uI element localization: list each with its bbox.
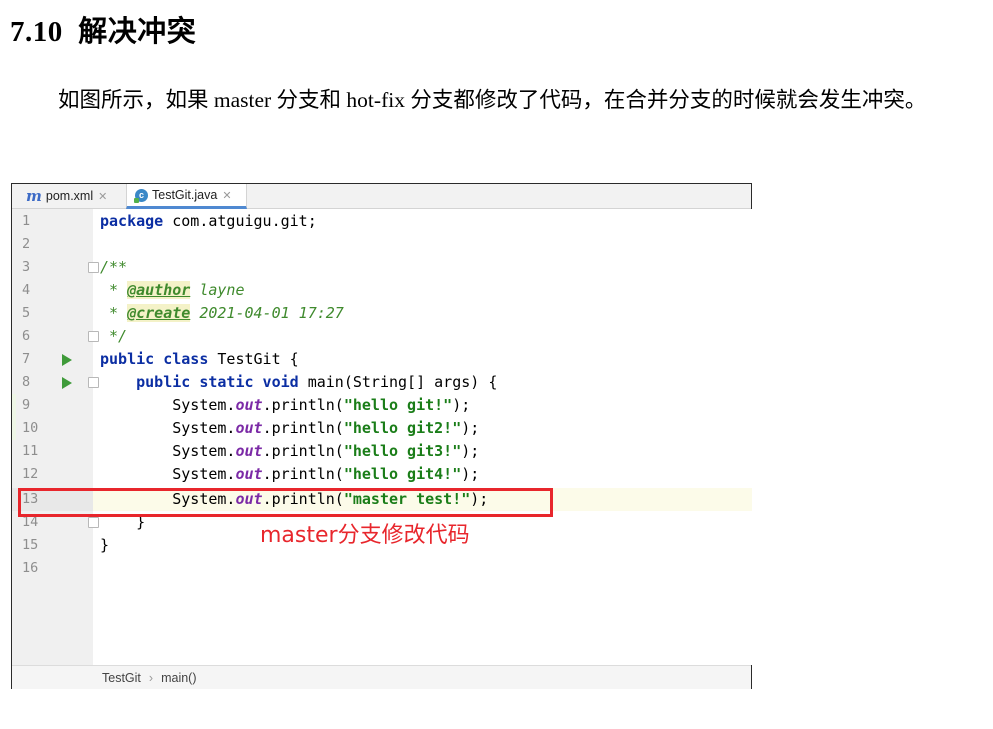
- code-text: /**: [100, 258, 128, 276]
- code-line: 1 package com.atguigu.git;: [12, 210, 752, 233]
- code-text: */: [100, 327, 128, 345]
- tab-label: TestGit.java: [152, 188, 218, 202]
- annotation-text: master分支修改代码: [260, 523, 470, 548]
- breadcrumb-class[interactable]: TestGit: [102, 671, 141, 685]
- maven-icon: m: [26, 187, 42, 205]
- line-number: 16: [22, 560, 39, 576]
- code-text: System.out.println("hello git4!");: [100, 465, 480, 483]
- code-line: 7 public class TestGit {: [12, 348, 752, 371]
- tab-testgit-java[interactable]: c TestGit.java ✕: [126, 184, 247, 209]
- code-line: 11 System.out.println("hello git3!");: [12, 440, 752, 463]
- line-number: 5: [22, 305, 31, 321]
- close-icon[interactable]: ✕: [98, 190, 107, 203]
- ide-screenshot: m pom.xml ✕ c TestGit.java ✕ 1 package c…: [11, 183, 752, 689]
- line-number: 8: [22, 374, 31, 390]
- code-text: System.out.println("hello git2!");: [100, 419, 480, 437]
- section-number: 7.10: [10, 16, 63, 48]
- tab-label: pom.xml: [45, 189, 94, 203]
- line-number: 4: [22, 282, 31, 298]
- run-icon[interactable]: [62, 377, 72, 389]
- code-text: System.out.println("hello git!");: [100, 396, 471, 414]
- line-number: 12: [22, 466, 39, 482]
- section-title: 解决冲突: [78, 16, 197, 48]
- code-line: 5 * @create 2021-04-01 17:27: [12, 302, 752, 325]
- fold-icon[interactable]: [88, 331, 99, 342]
- code-line: 12 System.out.println("hello git4!");: [12, 463, 752, 486]
- line-number: 11: [22, 443, 39, 459]
- code-line: 2: [12, 233, 752, 256]
- fold-icon[interactable]: [88, 377, 99, 388]
- code-text: }: [100, 536, 110, 554]
- line-number: 3: [22, 259, 31, 275]
- line-number: 1: [22, 213, 31, 229]
- fold-icon[interactable]: [88, 262, 99, 273]
- line-number: 9: [22, 397, 31, 413]
- code-text: public static void main(String[] args) {: [136, 373, 498, 391]
- code-line: 6 */: [12, 325, 752, 348]
- code-line: 16: [12, 557, 752, 580]
- line-number: 7: [22, 351, 31, 367]
- highlight-box: [18, 488, 553, 517]
- code-text: public class TestGit {: [100, 350, 299, 368]
- fold-icon[interactable]: [88, 517, 99, 528]
- code-line: 9 System.out.println("hello git!");: [12, 394, 752, 417]
- breadcrumb: TestGit › main(): [12, 665, 751, 689]
- line-number: 10: [22, 420, 39, 436]
- chevron-right-icon: ›: [148, 670, 154, 685]
- code-line: 3 /**: [12, 256, 752, 279]
- body-paragraph: 如图所示，如果 master 分支和 hot-fix 分支都修改了代码，在合并分…: [58, 88, 927, 112]
- code-text: package com.atguigu.git;: [100, 212, 317, 230]
- java-class-icon: c: [134, 188, 148, 203]
- code-line: 10 System.out.println("hello git2!");: [12, 417, 752, 440]
- code-text: * @create 2021-04-01 17:27: [100, 304, 344, 322]
- close-icon[interactable]: ✕: [222, 189, 231, 202]
- section-heading: 7.10 解决冲突: [10, 8, 196, 50]
- editor-tab-bar: m pom.xml ✕ c TestGit.java ✕: [12, 184, 751, 209]
- line-number: 2: [22, 236, 31, 252]
- tab-pom-xml[interactable]: m pom.xml ✕: [26, 184, 107, 208]
- code-text: * @author layne: [100, 281, 245, 299]
- code-text: System.out.println("hello git3!");: [100, 442, 480, 460]
- code-line: 8 public static void main(String[] args)…: [12, 371, 752, 394]
- run-icon[interactable]: [62, 354, 72, 366]
- line-number: 6: [22, 328, 31, 344]
- line-number: 15: [22, 537, 39, 553]
- breadcrumb-method[interactable]: main(): [161, 671, 196, 685]
- code-line: 4 * @author layne: [12, 279, 752, 302]
